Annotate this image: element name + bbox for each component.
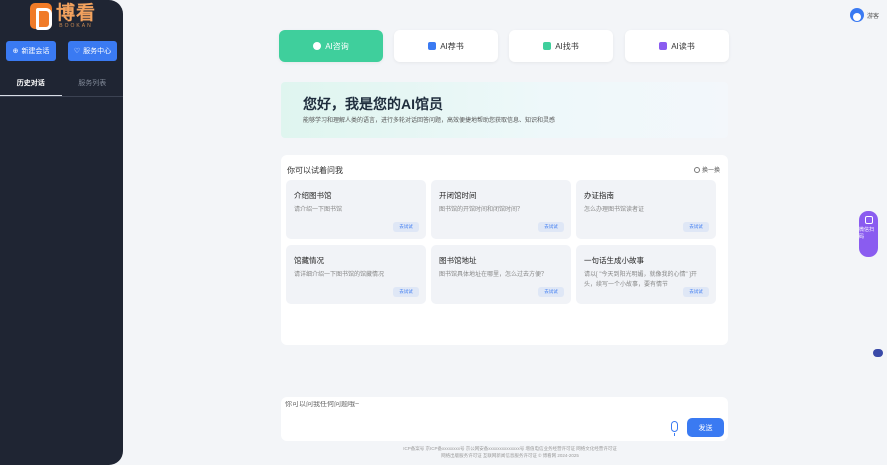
banner-subtitle: 能够学习和理解人类的语言，进行多轮对话回答问题，高效便捷地帮助您获取信息、知识和…	[303, 118, 556, 124]
book-search-icon	[543, 42, 552, 50]
qrcode-icon	[864, 216, 873, 224]
banner-title: 您好，我是您的AI馆员	[303, 96, 443, 112]
brand-title: 博看	[56, 2, 97, 24]
card-title: 介绍图书馆	[294, 191, 332, 200]
tab-ai-find-book-label: AI找书	[555, 41, 579, 51]
try-button[interactable]: 去试试	[393, 222, 419, 232]
sidebar-tabs: 历史对话 服务列表	[0, 78, 123, 96]
tab-ai-find-book[interactable]: AI找书	[509, 30, 613, 62]
brand-subtitle: BOOKAN	[59, 23, 93, 29]
try-button[interactable]: 去试试	[538, 287, 564, 297]
card-title: 图书馆地址	[439, 256, 477, 265]
try-button[interactable]: 去试试	[538, 222, 564, 232]
card-desc: 图书馆具体地址在哪里，怎么过去方便？	[439, 272, 548, 278]
suggestions-panel: 你可以试着问我 换一换 介绍图书馆 请介绍一下图书馆 去试试 开闭馆时间 图书馆…	[281, 155, 728, 345]
user-name: 游客	[866, 13, 879, 20]
try-button[interactable]: 去试试	[683, 222, 709, 232]
logo-mark-icon	[30, 3, 52, 30]
footer: ICP备案号 京ICP备xxxxxxxx号 京公网安备xxxxxxxxxxxxx…	[300, 445, 720, 459]
chat-input-box: 发送	[281, 397, 728, 441]
suggestion-card[interactable]: 图书馆地址 图书馆具体地址在哪里，怎么过去方便？ 去试试	[431, 245, 571, 304]
avatar	[849, 8, 864, 22]
service-center-label: 服务中心	[83, 48, 112, 55]
tab-ai-recommend-label: AI荐书	[440, 41, 464, 51]
try-button[interactable]: 去试试	[393, 287, 419, 297]
sidebar-divider	[0, 96, 123, 97]
new-chat-button[interactable]: ⊕ 新建会话	[6, 41, 56, 61]
thumb-icon	[428, 42, 437, 50]
footer-line-1: ICP备案号 京ICP备xxxxxxxx号 京公网安备xxxxxxxxxxxxx…	[403, 446, 617, 451]
chat-input[interactable]	[285, 401, 655, 408]
try-button[interactable]: 去试试	[683, 287, 709, 297]
tab-history[interactable]: 历史对话	[0, 78, 62, 96]
bookan-logo: 博看 BOOKAN	[30, 2, 97, 30]
welcome-banner: 您好，我是您的AI馆员 能够学习和理解人类的语言，进行多轮对话回答问题，高效便捷…	[281, 82, 728, 138]
wechat-float-button[interactable]: 微信扫码	[859, 211, 878, 257]
card-desc: 请详细介绍一下图书馆的馆藏情况	[294, 272, 385, 278]
suggestion-card[interactable]: 馆藏情况 请详细介绍一下图书馆的馆藏情况 去试试	[286, 245, 426, 304]
heart-icon: ♡	[73, 48, 81, 55]
tab-ai-consult[interactable]: AI咨询	[279, 30, 383, 62]
suggestion-card[interactable]: 介绍图书馆 请介绍一下图书馆 去试试	[286, 180, 426, 239]
send-button[interactable]: 发送	[687, 418, 724, 437]
suggestion-card[interactable]: 开闭馆时间 图书馆的开馆时间和闭馆时间？ 去试试	[431, 180, 571, 239]
tab-ai-read[interactable]: AI读书	[625, 30, 729, 62]
card-title: 一句话生成小故事	[584, 256, 644, 265]
user-menu[interactable]: 游客	[849, 8, 879, 22]
tab-service-list[interactable]: 服务列表	[62, 78, 124, 96]
float-label: 微信扫码	[859, 227, 875, 240]
tab-ai-consult-label: AI咨询	[325, 41, 349, 51]
new-chat-label: 新建会话	[21, 48, 50, 55]
card-desc: 请介绍一下图书馆	[294, 207, 343, 213]
refresh-label: 换一换	[701, 168, 720, 174]
card-desc: 怎么办理图书馆读者证	[584, 207, 645, 213]
card-title: 开闭馆时间	[439, 191, 477, 200]
refresh-icon	[693, 166, 700, 173]
tab-ai-recommend[interactable]: AI荐书	[394, 30, 498, 62]
footer-line-2: 网络出版服务许可证 互联网新闻信息服务许可证 © 博看网 2024-2025	[441, 453, 579, 458]
suggestions-title: 你可以试着问我	[287, 166, 343, 175]
service-center-button[interactable]: ♡ 服务中心	[68, 41, 117, 61]
suggestion-card[interactable]: 办证指南 怎么办理图书馆读者证 去试试	[576, 180, 716, 239]
sidebar: 博看 BOOKAN ⊕ 新建会话 ♡ 服务中心 历史对话 服务列表	[0, 0, 123, 465]
card-title: 馆藏情况	[294, 256, 324, 265]
refresh-button[interactable]: 换一换	[693, 165, 720, 174]
robot-icon[interactable]	[873, 349, 883, 357]
new-chat-icon: ⊕	[12, 48, 19, 55]
suggestion-card[interactable]: 一句话生成小故事 请以[ "今天到阳光明媚，就像我的心情" ]开头，续写一个小故…	[576, 245, 716, 304]
microphone-icon[interactable]	[671, 421, 678, 436]
card-title: 办证指南	[584, 191, 614, 200]
read-icon	[659, 42, 668, 50]
tab-ai-read-label: AI读书	[671, 41, 695, 51]
chat-icon	[313, 42, 322, 50]
card-desc: 图书馆的开馆时间和闭馆时间？	[439, 207, 524, 213]
